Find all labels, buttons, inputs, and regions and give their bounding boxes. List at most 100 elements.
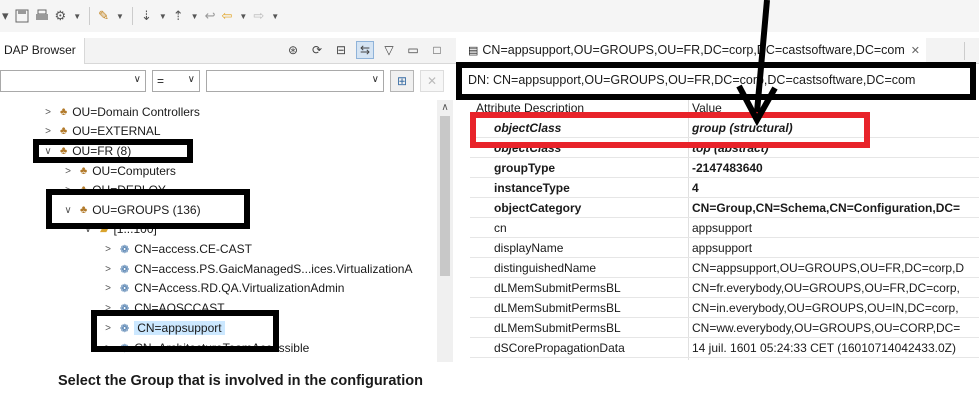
expand-icon[interactable]: > bbox=[42, 126, 54, 137]
minimize-icon[interactable]: ▭ bbox=[404, 41, 422, 59]
toolbar-separator bbox=[89, 7, 91, 25]
tree-node[interactable]: ∨ ♣ OU=GROUPS (136) bbox=[62, 200, 200, 220]
scroll-up-icon[interactable]: ∧ bbox=[437, 102, 453, 113]
main-toolbar: ▾ ⚙ ▼ ✎ ▼ ⇣ ▼ ⇡ ▼ ↩ ⇦ ▼ ⇨ ▼ bbox=[0, 0, 979, 32]
attribute-cell: groupType bbox=[494, 161, 556, 175]
value-select[interactable]: ∨ bbox=[206, 70, 384, 92]
table-row[interactable]: objectCategory CN=Group,CN=Schema,CN=Conf… bbox=[470, 198, 979, 218]
table-row[interactable]: instanceType 4 bbox=[470, 178, 979, 198]
settings-dropdown-icon[interactable]: ▼ bbox=[73, 12, 81, 21]
attribute-cell: dLMemSubmitPermsBL bbox=[494, 321, 621, 335]
tree-node[interactable]: > ❁ CN=Access.RD.QA.VirtualizationAdmin bbox=[102, 278, 344, 298]
tree-node-label: OU=FR (8) bbox=[72, 144, 132, 158]
arrow-down-icon bbox=[736, 0, 778, 127]
expand-icon[interactable]: > bbox=[102, 343, 114, 354]
show-current-selection-icon[interactable]: ⊛ bbox=[284, 41, 302, 59]
maximize-icon[interactable]: □ bbox=[428, 41, 446, 59]
chevron-down-icon: ∨ bbox=[187, 74, 195, 85]
tree-node[interactable]: > ♣ OU=EXTERNAL bbox=[42, 121, 161, 141]
expand-icon[interactable]: > bbox=[62, 166, 74, 177]
previous-annotation-icon[interactable]: ⇡ bbox=[173, 5, 184, 27]
expand-icon[interactable]: > bbox=[42, 107, 54, 118]
second-editor-tab[interactable] bbox=[964, 42, 979, 60]
tree-scrollbar[interactable]: ∧ bbox=[437, 100, 453, 362]
refresh-icon[interactable]: ⟳ bbox=[308, 41, 326, 59]
value-cell: CN=ww.everybody,OU=GROUPS,OU=CORP,DC= bbox=[692, 321, 961, 335]
search-button[interactable]: ⊞ bbox=[390, 70, 414, 92]
view-toolbar: ⊛ ⟳ ⊟ ⇆ ▽ ▭ □ bbox=[284, 41, 446, 59]
collapse-icon[interactable]: ∨ bbox=[42, 146, 54, 157]
table-row[interactable]: dLMemSubmitPermsBL CN=ww.everybody,OU=GRO… bbox=[470, 318, 979, 338]
next-dropdown-icon[interactable]: ▼ bbox=[159, 12, 167, 21]
ldap-browser-tab[interactable]: DAP Browser bbox=[0, 38, 85, 64]
tree-node[interactable]: > ❁ CN=access.PS.GaicManagedS...ices.Virtu… bbox=[102, 259, 412, 279]
column-header-attribute[interactable]: Attribute Description bbox=[476, 98, 584, 118]
tree-node[interactable]: ∨ ▰ [1...100] bbox=[82, 219, 157, 239]
tree-node[interactable]: > ❁ CN=AOSCCAST bbox=[102, 298, 225, 318]
forward-icon[interactable]: ⇨ bbox=[253, 5, 264, 27]
back-icon[interactable]: ⇦ bbox=[222, 5, 233, 27]
pin-dropdown-icon[interactable]: ▼ bbox=[116, 12, 124, 21]
expand-icon[interactable]: > bbox=[102, 264, 114, 275]
group-icon: ❁ bbox=[120, 302, 130, 315]
tree-node[interactable]: > ❁ CN=access.CE-CAST bbox=[102, 239, 252, 259]
previous-dropdown-icon[interactable]: ▼ bbox=[191, 12, 199, 21]
back-dropdown-icon[interactable]: ▼ bbox=[239, 12, 247, 21]
expand-icon[interactable]: > bbox=[102, 283, 114, 294]
table-row[interactable]: displayName appsupport bbox=[470, 238, 979, 258]
save-icon[interactable] bbox=[15, 5, 29, 27]
next-annotation-icon[interactable]: ⇣ bbox=[141, 5, 152, 27]
tree-search-icon: ⊞ bbox=[396, 74, 408, 88]
operator-select[interactable]: = ∨ bbox=[152, 70, 200, 92]
collapse-icon[interactable]: ∨ bbox=[62, 205, 74, 216]
table-row[interactable]: dLMemSubmitPermsBL CN=in.everybody,OU=GRO… bbox=[470, 298, 979, 318]
table-row[interactable]: distinguishedName CN=appsupport,OU=GROUPS… bbox=[470, 258, 979, 278]
expand-icon[interactable]: > bbox=[102, 303, 114, 314]
expand-icon[interactable]: > bbox=[102, 323, 114, 334]
attribute-select[interactable]: ∨ bbox=[0, 70, 146, 92]
tree-node[interactable]: > ♣ OU=Computers bbox=[62, 161, 176, 181]
collapse-all-icon[interactable]: ⊟ bbox=[332, 41, 350, 59]
clear-button[interactable]: ✕ bbox=[420, 70, 444, 92]
view-menu-icon[interactable]: ▽ bbox=[380, 41, 398, 59]
tree-node[interactable]: ∨ ♣ OU=FR (8) bbox=[42, 141, 131, 161]
scroll-thumb[interactable] bbox=[440, 116, 450, 276]
expand-icon[interactable]: > bbox=[62, 185, 74, 196]
attribute-cell: dSCorePropagationData bbox=[494, 341, 625, 355]
pin-icon[interactable]: ✎ bbox=[98, 5, 109, 27]
table-row[interactable]: objectClass group (structural) bbox=[470, 118, 979, 138]
column-header-value[interactable]: Value bbox=[692, 98, 722, 118]
attribute-cell: distinguishedName bbox=[494, 261, 597, 275]
last-edit-icon[interactable]: ↩ bbox=[205, 5, 216, 27]
table-row[interactable]: objectClass top (abstract) bbox=[470, 138, 979, 158]
table-row[interactable]: cn appsupport bbox=[470, 218, 979, 238]
value-cell: appsupport bbox=[692, 221, 753, 235]
settings-icon[interactable]: ⚙ bbox=[55, 5, 67, 27]
expand-icon[interactable]: > bbox=[102, 244, 114, 255]
value-cell: CN=appsupport,OU=GROUPS,OU=FR,DC=corp,D bbox=[692, 261, 965, 275]
group-icon: ❁ bbox=[120, 342, 130, 355]
print-icon[interactable] bbox=[35, 5, 49, 27]
table-row[interactable]: dLMemSubmitPermsBL CN=fr.everybody,OU=GRO… bbox=[470, 278, 979, 298]
tree-node-label: CN=Access.RD.QA.VirtualizationAdmin bbox=[134, 281, 345, 295]
tree-node-label: CN=ArchitectureTeamAccessible bbox=[134, 341, 310, 355]
tree-node[interactable]: > ❁ CN=ArchitectureTeamAccessible bbox=[102, 338, 309, 358]
tree-node[interactable]: > ♣ OU=Domain Controllers bbox=[42, 102, 200, 122]
table-row[interactable]: dSCorePropagationData 14 juil. 1601 05:24… bbox=[470, 338, 979, 358]
tree-node-label: [1...100] bbox=[113, 222, 157, 236]
entry-editor-tab[interactable]: ▤ CN=appsupport,OU=GROUPS,OU=FR,DC=corp,D… bbox=[460, 38, 926, 64]
link-with-editor-icon[interactable]: ⇆ bbox=[356, 41, 374, 59]
group-icon: ❁ bbox=[120, 263, 130, 276]
tree-node[interactable]: > ♣ OU=DEPLOY bbox=[62, 180, 166, 200]
collapse-icon[interactable]: ∨ bbox=[82, 224, 94, 235]
table-row[interactable]: groupType -2147483640 bbox=[470, 158, 979, 178]
ou-icon: ♣ bbox=[80, 184, 88, 196]
tree-node-selected[interactable]: > ❁ CN=appsupport bbox=[102, 318, 225, 338]
dropdown-icon[interactable]: ▾ bbox=[2, 5, 9, 27]
attribute-cell: dLMemSubmitPermsBL bbox=[494, 301, 621, 315]
forward-dropdown-icon[interactable]: ▼ bbox=[271, 12, 279, 21]
attribute-cell: dLMemSubmitPermsBL bbox=[494, 281, 621, 295]
operator-select-value: = bbox=[157, 74, 165, 88]
tree-node-label: CN=access.PS.GaicManagedS...ices.Virtual… bbox=[134, 262, 413, 276]
close-icon[interactable]: ✕ bbox=[911, 45, 920, 57]
